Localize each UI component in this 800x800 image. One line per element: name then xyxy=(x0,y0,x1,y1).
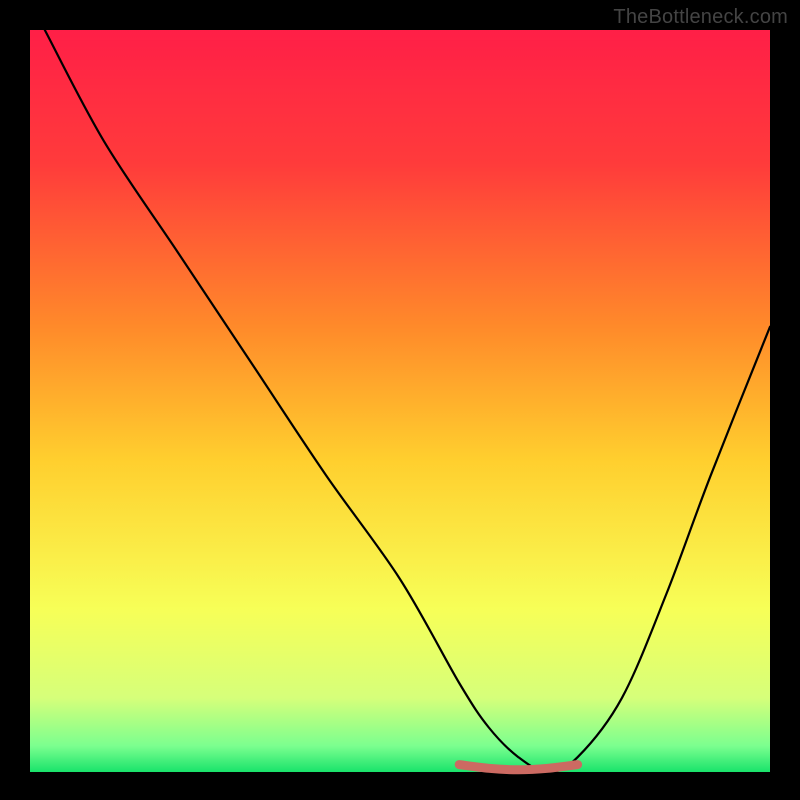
chart-container: TheBottleneck.com xyxy=(0,0,800,800)
watermark-text: TheBottleneck.com xyxy=(613,6,788,29)
plot-rect xyxy=(30,30,770,772)
chart-svg xyxy=(0,0,800,800)
optimal-segment xyxy=(459,765,577,770)
